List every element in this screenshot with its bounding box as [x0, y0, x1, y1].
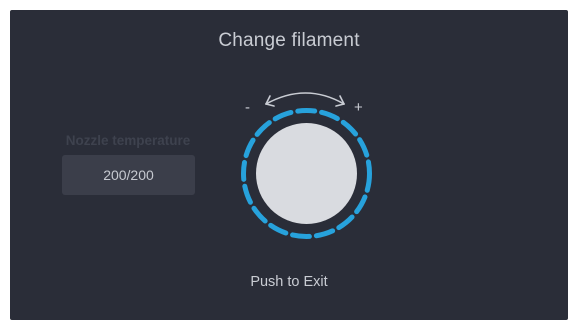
nozzle-temperature-label: Nozzle temperature	[65, 133, 191, 148]
page-title: Change filament	[218, 30, 360, 51]
increase-sign: +	[354, 99, 363, 116]
rotate-arrow-icon	[265, 92, 345, 107]
rotary-knob-control[interactable]: - +	[220, 86, 380, 256]
decrease-sign: -	[245, 99, 250, 116]
photo-frame: Change filament Nozzle temperature 200/2…	[0, 0, 576, 326]
knob-button[interactable]	[256, 123, 357, 224]
printer-screen: Change filament Nozzle temperature 200/2…	[10, 10, 568, 320]
nozzle-temperature-value: 200/200	[62, 155, 195, 195]
push-to-exit-hint: Push to Exit	[250, 274, 328, 290]
